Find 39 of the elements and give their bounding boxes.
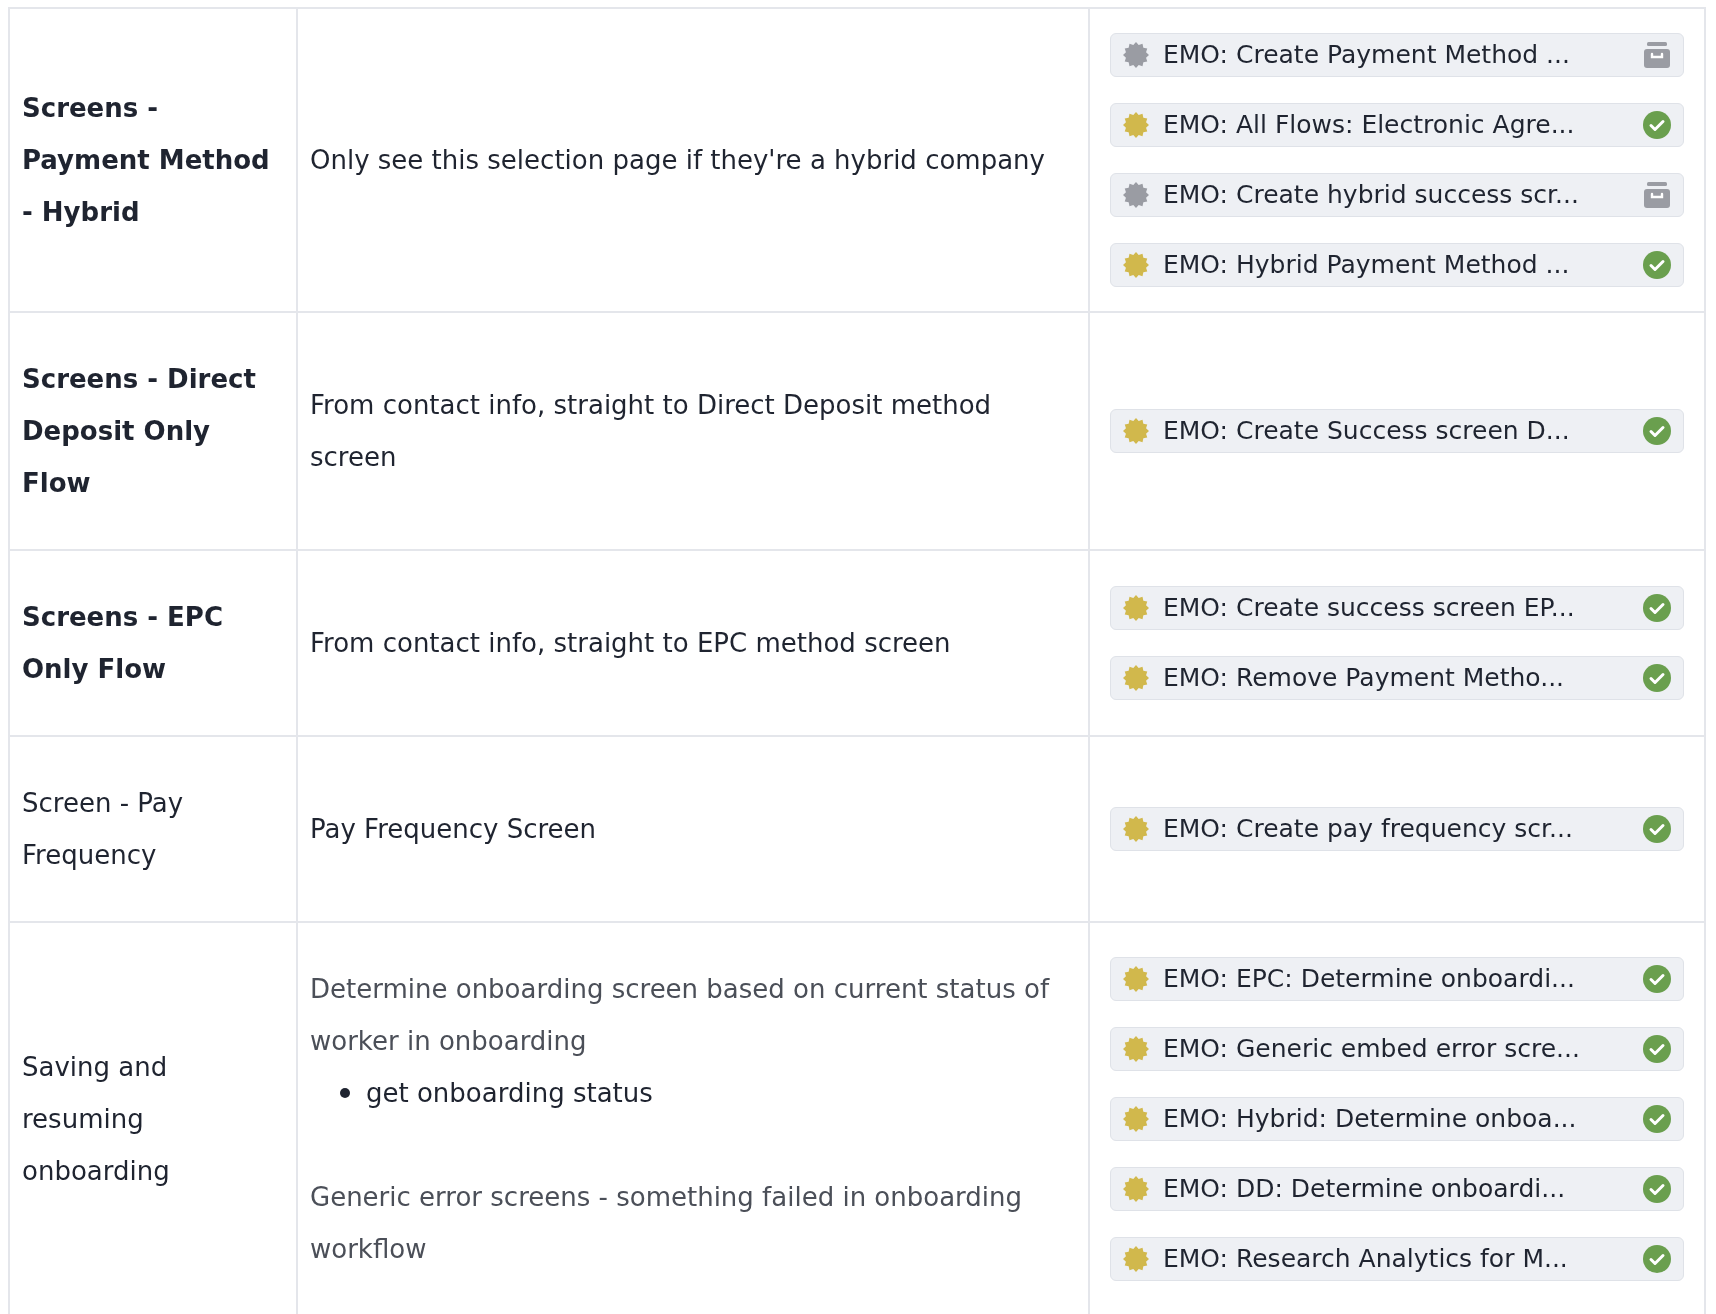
task-chip[interactable]: EMO: Hybrid: Determine onboa... bbox=[1110, 1097, 1684, 1141]
check-circle-icon bbox=[1643, 1245, 1671, 1273]
task-chip[interactable]: EMO: Remove Payment Metho... bbox=[1110, 656, 1684, 700]
description-text: Determine onboarding screen based on current status of worker in onboarding bbox=[310, 973, 1051, 1058]
task-chip[interactable]: EMO: Create Payment Method ... bbox=[1110, 33, 1684, 77]
row-title: Screens - Direct Deposit Only Flow bbox=[22, 363, 257, 500]
description-text: Pay Frequency Screen bbox=[310, 813, 598, 846]
check-circle-icon bbox=[1643, 1035, 1671, 1063]
task-chip[interactable]: EMO: Create pay frequency scr... bbox=[1110, 807, 1684, 851]
description-text: From contact info, straight to Direct Deposit method screen bbox=[310, 389, 993, 474]
check-circle-icon bbox=[1643, 1175, 1671, 1203]
archive-icon bbox=[1643, 41, 1671, 69]
check-circle-icon bbox=[1643, 664, 1671, 692]
check-circle-icon bbox=[1643, 417, 1671, 445]
task-chip[interactable]: EMO: Create hybrid success scr... bbox=[1110, 173, 1684, 217]
task-chip[interactable]: EMO: Generic embed error scre... bbox=[1110, 1027, 1684, 1071]
check-circle-icon bbox=[1643, 251, 1671, 279]
bullet-icon bbox=[340, 1088, 350, 1098]
task-chip[interactable]: EMO: DD: Determine onboardi... bbox=[1110, 1167, 1684, 1211]
task-chip[interactable]: EMO: Create success screen EP... bbox=[1110, 586, 1684, 630]
archive-icon bbox=[1643, 181, 1671, 209]
task-chip[interactable]: EMO: Research Analytics for M... bbox=[1110, 1237, 1684, 1281]
row-title: Screens - EPC Only Flow bbox=[22, 601, 224, 686]
check-circle-icon bbox=[1643, 594, 1671, 622]
check-circle-icon bbox=[1643, 1105, 1671, 1133]
description-text: From contact info, straight to EPC method screen bbox=[310, 627, 952, 660]
description-text: Only see this selection page if they're a hybrid company bbox=[310, 144, 1046, 177]
task-chip[interactable]: EMO: All Flows: Electronic Agre... bbox=[1110, 103, 1684, 147]
task-chip[interactable]: EMO: Hybrid Payment Method ... bbox=[1110, 243, 1684, 287]
check-circle-icon bbox=[1643, 965, 1671, 993]
description-text: Generic error screens - something failed in onboarding workflow bbox=[310, 1181, 1024, 1266]
task-chip[interactable]: EMO: Create Success screen D... bbox=[1110, 409, 1684, 453]
check-circle-icon bbox=[1643, 815, 1671, 843]
bullet-text: get onboarding status bbox=[366, 1077, 653, 1110]
row-title: Saving and resuming onboarding bbox=[22, 1051, 171, 1188]
task-chip[interactable]: EMO: EPC: Determine onboardi... bbox=[1110, 957, 1684, 1001]
check-circle-icon bbox=[1643, 111, 1671, 139]
row-title: Screen - Pay Frequency bbox=[22, 787, 185, 872]
row-title: Screens - Payment Method - Hybrid bbox=[22, 92, 271, 229]
